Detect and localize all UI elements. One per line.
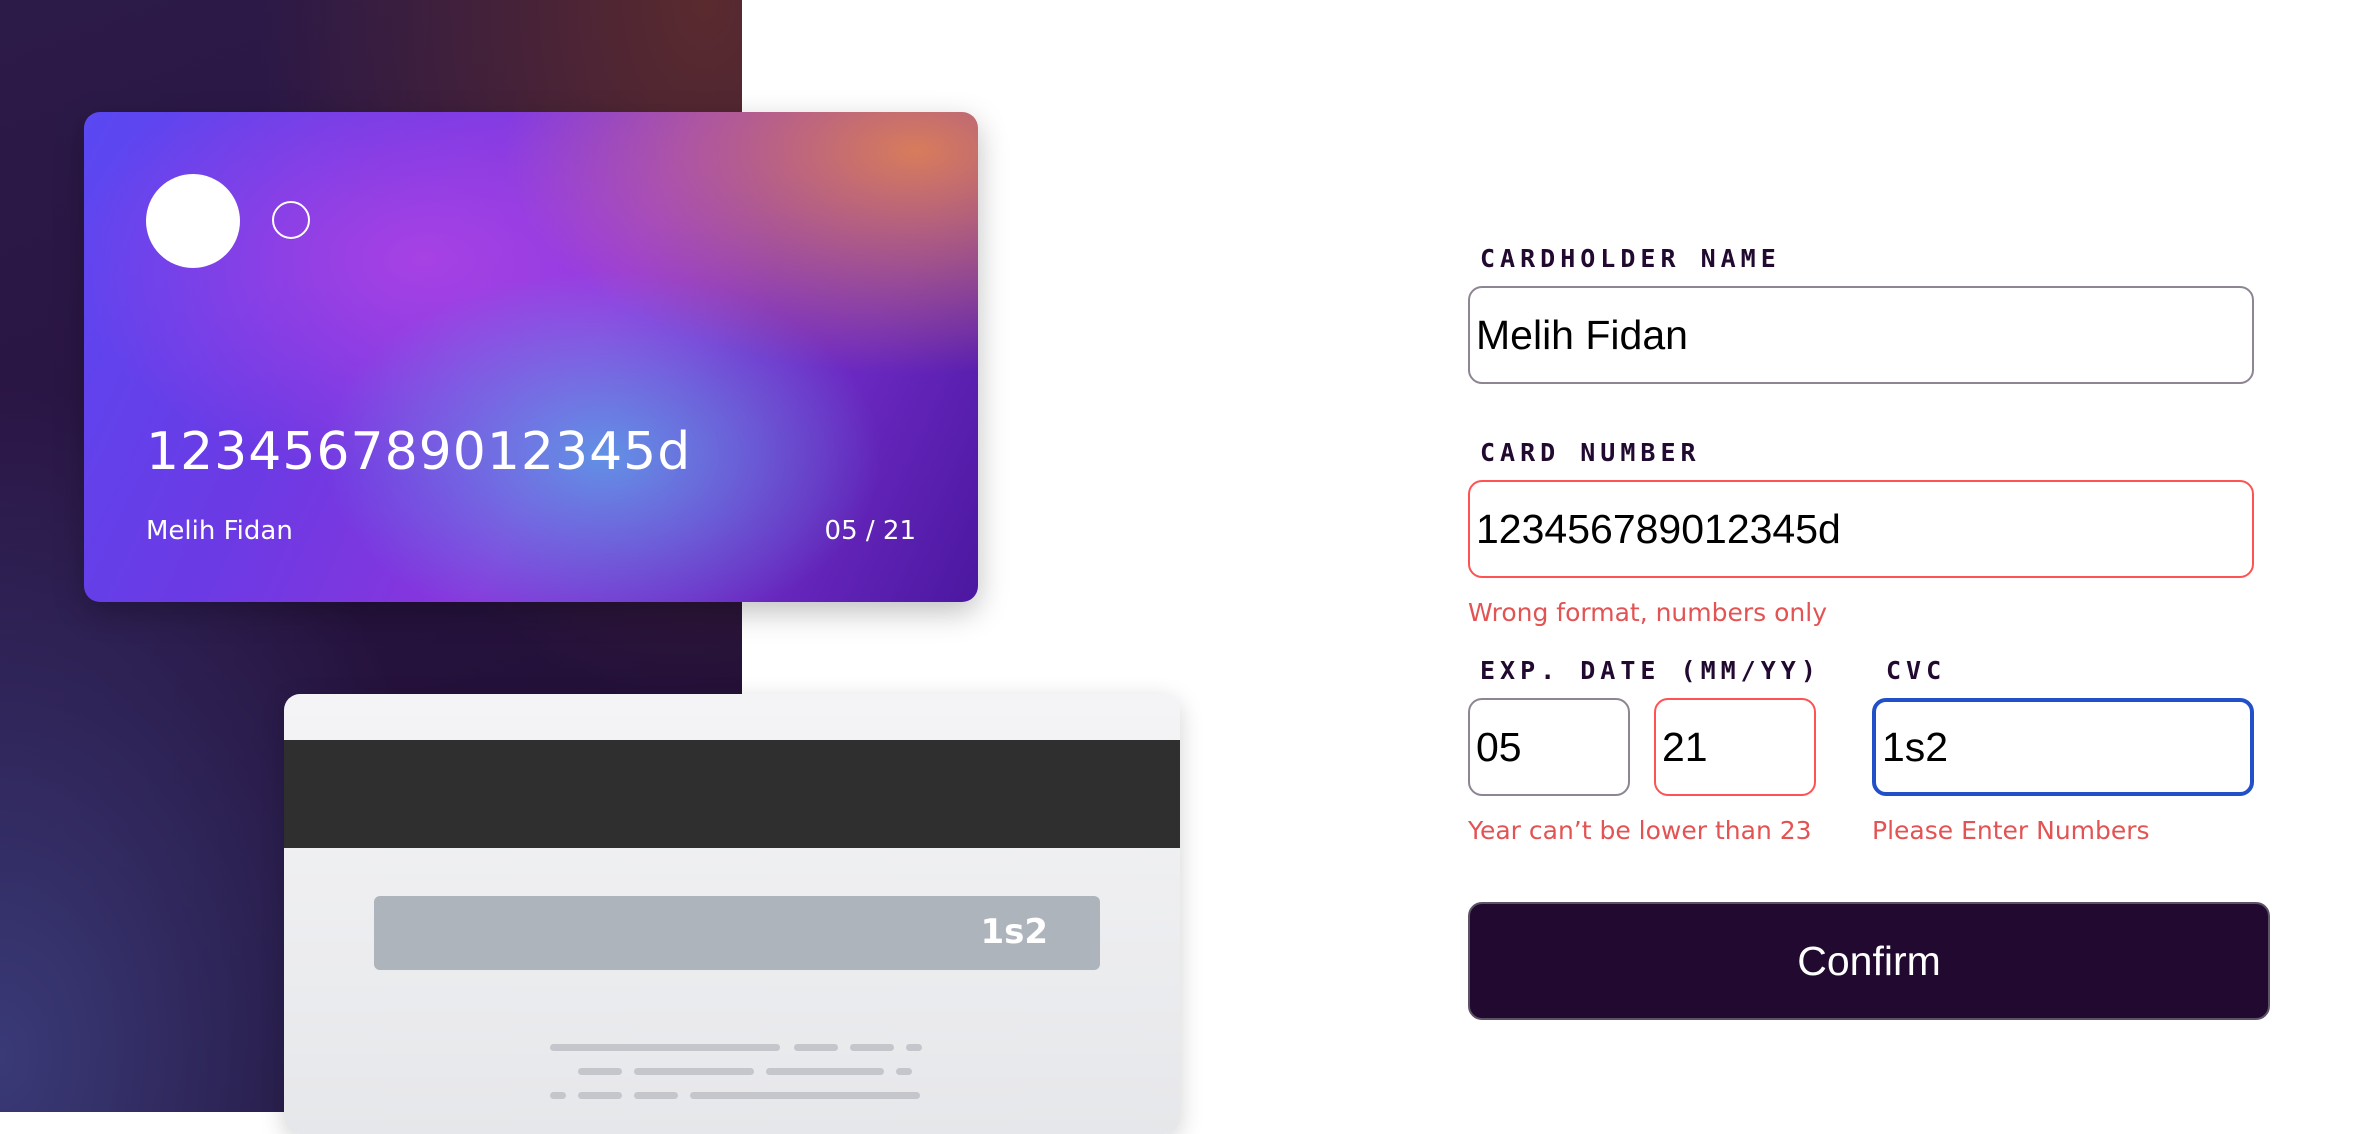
confirm-button[interactable]: Confirm bbox=[1468, 902, 2270, 1020]
exp-month-input[interactable] bbox=[1468, 698, 1630, 796]
card-number-input[interactable] bbox=[1468, 480, 2254, 578]
magnetic-stripe bbox=[284, 740, 1180, 848]
card-number-error: Wrong format, numbers only bbox=[1468, 598, 1828, 627]
signature-strip: 1s2 bbox=[374, 896, 1100, 970]
card-logo-outline-circle-icon bbox=[272, 201, 310, 239]
exp-date-label: EXP. DATE (MM/YY) bbox=[1480, 656, 1821, 685]
cardholder-name-label: CARDHOLDER NAME bbox=[1480, 244, 1781, 273]
card-front-preview: 123456789012345d Melih Fidan 05 / 21 bbox=[84, 112, 978, 602]
exp-date-error: Year can’t be lower than 23 bbox=[1468, 816, 1812, 845]
cvc-label: CVC bbox=[1886, 656, 1947, 685]
cvc-input[interactable] bbox=[1872, 698, 2254, 796]
expiry-date-preview: 05 / 21 bbox=[824, 516, 916, 546]
cardholder-name-input[interactable] bbox=[1468, 286, 2254, 384]
cardholder-name-preview: Melih Fidan bbox=[146, 516, 293, 546]
card-logo-filled-circle-icon bbox=[146, 174, 240, 268]
card-number-preview: 123456789012345d bbox=[146, 422, 692, 482]
card-details-form: CARDHOLDER NAME CARD NUMBER Wrong format… bbox=[1468, 0, 2288, 1112]
exp-year-input[interactable] bbox=[1654, 698, 1816, 796]
card-number-label: CARD NUMBER bbox=[1480, 438, 1701, 467]
cvc-preview: 1s2 bbox=[980, 912, 1048, 952]
card-back-preview: 1s2 bbox=[284, 694, 1180, 1134]
cvc-error: Please Enter Numbers bbox=[1872, 816, 2150, 845]
